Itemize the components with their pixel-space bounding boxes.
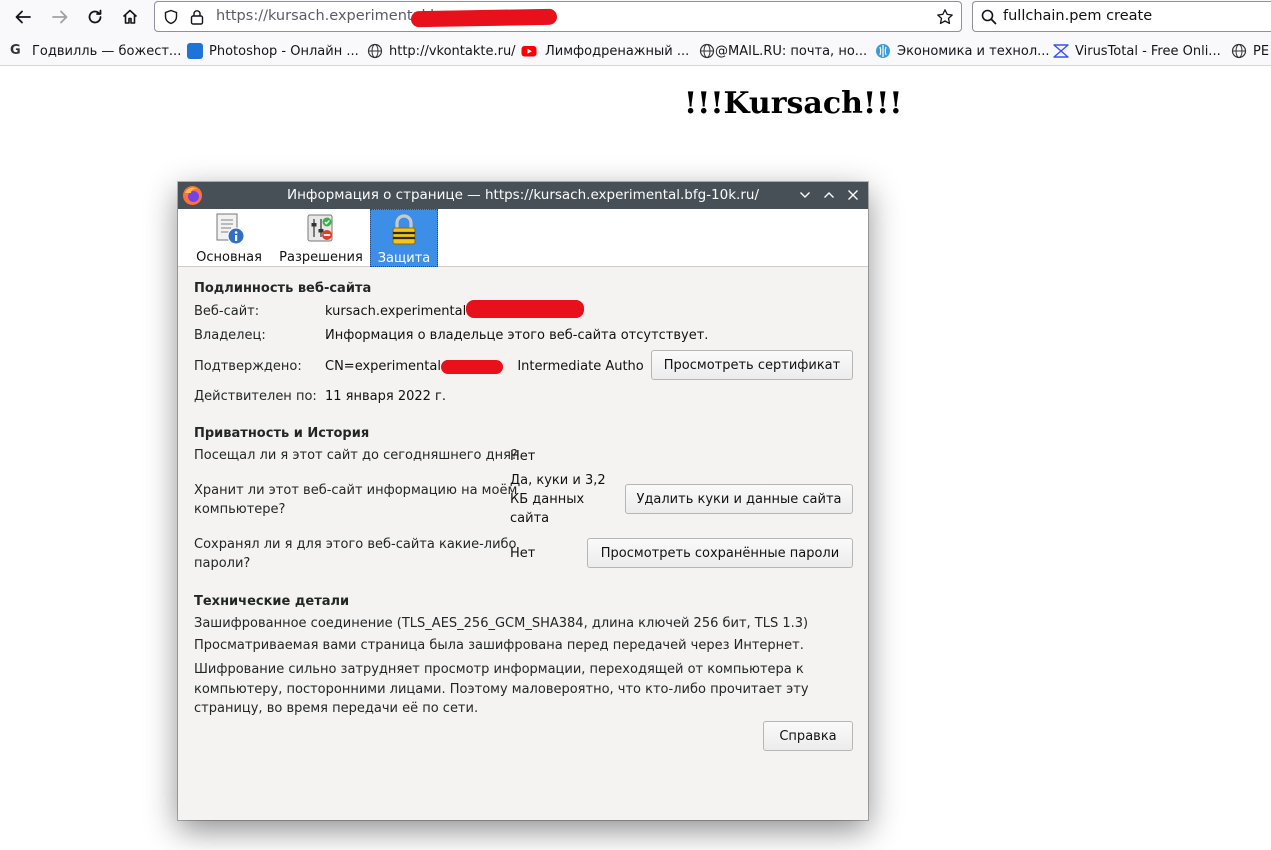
redaction-mark bbox=[410, 8, 558, 28]
clear-cookies-button[interactable]: Удалить куки и данные сайта bbox=[625, 484, 853, 514]
bookmark-star-icon[interactable] bbox=[936, 8, 954, 26]
passwords-question-line1: Сохранял ли я для этого веб-сайта какие-… bbox=[194, 537, 517, 552]
permissions-icon bbox=[307, 214, 333, 242]
forward-button[interactable] bbox=[47, 5, 73, 29]
globe-icon bbox=[699, 43, 715, 59]
verified-value-start: CN=experimental.b bbox=[325, 359, 454, 374]
bookmark-item[interactable]: @MAIL.RU: почта, но... bbox=[699, 41, 867, 61]
redaction-mark bbox=[466, 300, 584, 318]
chevron-up-icon bbox=[824, 192, 834, 198]
globe-icon bbox=[1231, 43, 1247, 59]
storage-answer-line2: КБ данных bbox=[510, 492, 585, 507]
website-value: kursach.experimental. bbox=[325, 304, 471, 319]
maximize-button[interactable] bbox=[820, 186, 838, 204]
virustotal-icon bbox=[1053, 44, 1069, 58]
tab-security[interactable]: Защита bbox=[370, 209, 438, 267]
forward-arrow-icon bbox=[52, 10, 68, 24]
back-button[interactable] bbox=[10, 5, 36, 29]
bookmark-item[interactable]: VirusTotal - Free Onli... bbox=[1053, 41, 1221, 61]
bookmarks-toolbar: G Годвилль — божест... Photoshop - Онлай… bbox=[0, 35, 1271, 66]
home-icon bbox=[122, 9, 138, 24]
storage-question-line2: компьютере? bbox=[194, 502, 286, 517]
padlock-icon bbox=[392, 214, 416, 245]
bookmark-label: PE bbox=[1253, 43, 1270, 59]
close-icon bbox=[848, 190, 858, 200]
tab-label: Защита bbox=[377, 251, 431, 266]
page-heading: !!!Kursach!!! bbox=[684, 86, 903, 121]
storage-answer-line1: Да, куки и 3,2 bbox=[510, 473, 606, 488]
shield-icon[interactable] bbox=[163, 9, 179, 25]
help-button[interactable]: Справка bbox=[763, 721, 853, 751]
owner-label: Владелец: bbox=[194, 328, 266, 343]
bookmark-item[interactable]: Экономика и технол... bbox=[875, 41, 1050, 61]
dialog-tabs: Основная Разрешения Защита bbox=[178, 209, 868, 267]
tab-permissions[interactable]: Разрешения bbox=[276, 209, 366, 267]
bookmark-label: Photoshop - Онлайн ... bbox=[209, 43, 359, 59]
reload-icon bbox=[88, 9, 102, 24]
valid-until-value: 11 января 2022 г. bbox=[325, 389, 447, 404]
passwords-answer: Нет bbox=[510, 546, 536, 561]
back-arrow-icon bbox=[15, 10, 31, 24]
view-certificate-button[interactable]: Просмотреть сертификат bbox=[651, 350, 853, 380]
bookmark-item[interactable]: G Годвилль — божест... bbox=[10, 41, 181, 61]
info-document-icon bbox=[216, 213, 245, 245]
youtube-icon bbox=[521, 46, 537, 57]
dialog-titlebar[interactable]: Информация о странице — https://kursach.… bbox=[178, 182, 868, 209]
bookmark-label: Экономика и технол... bbox=[897, 43, 1050, 59]
page-info-dialog: Информация о странице — https://kursach.… bbox=[178, 182, 868, 820]
storage-question-line1: Хранит ли этот веб-сайт информацию на мо… bbox=[194, 483, 518, 498]
identity-heading: Подлинность веб-сайта bbox=[194, 281, 372, 296]
lock-icon[interactable] bbox=[190, 9, 204, 25]
encryption-summary: Просматриваемая вами страница была зашиф… bbox=[194, 638, 804, 653]
bookmark-item[interactable]: PE bbox=[1231, 41, 1269, 61]
bookmark-label: Годвилль — божест... bbox=[32, 43, 182, 59]
search-query: fullchain.pem create bbox=[1003, 8, 1153, 24]
tab-label: Основная bbox=[196, 250, 262, 265]
passwords-question-line2: пароли? bbox=[194, 556, 251, 571]
site-icon bbox=[876, 44, 890, 58]
website-label: Веб-сайт: bbox=[194, 304, 260, 319]
photoshop-icon bbox=[187, 43, 203, 59]
bookmark-label: Лимфодренажный ... bbox=[545, 43, 690, 59]
tab-general[interactable]: Основная bbox=[192, 209, 266, 267]
bookmark-item[interactable]: Лимфодренажный ... bbox=[521, 41, 689, 61]
chevron-down-icon bbox=[800, 192, 810, 198]
bookmark-label: @MAIL.RU: почта, но... bbox=[715, 43, 868, 59]
close-button[interactable] bbox=[844, 186, 862, 204]
bookmark-label: VirusTotal - Free Onli... bbox=[1075, 43, 1221, 59]
home-button[interactable] bbox=[117, 5, 143, 29]
godville-icon: G bbox=[10, 43, 21, 58]
connection-details: Зашифрованное соединение (TLS_AES_256_GC… bbox=[194, 616, 809, 631]
search-bar[interactable]: fullchain.pem create bbox=[972, 1, 1271, 32]
verified-label: Подтверждено: bbox=[194, 359, 302, 374]
browser-toolbar: https://kursach.experimental.b fullchain… bbox=[0, 0, 1271, 35]
search-icon bbox=[981, 9, 997, 25]
bookmark-item[interactable]: Photoshop - Онлайн ... bbox=[187, 41, 359, 61]
url-text: https://kursach.experimental.b bbox=[216, 8, 439, 24]
reload-button[interactable] bbox=[82, 5, 108, 29]
encryption-explanation: Шифрование сильно затрудняет просмотр ин… bbox=[194, 662, 809, 716]
valid-until-label: Действителен по: bbox=[194, 389, 317, 404]
bookmark-label: http://vkontakte.ru/ bbox=[389, 43, 516, 59]
redaction-mark bbox=[441, 360, 503, 374]
minimize-button[interactable] bbox=[796, 186, 814, 204]
url-bar[interactable]: https://kursach.experimental.b bbox=[154, 1, 962, 32]
visited-question: Посещал ли я этот сайт до сегодняшнего д… bbox=[194, 448, 518, 463]
verified-value-end: Intermediate Authorit bbox=[517, 359, 643, 374]
globe-icon bbox=[367, 43, 383, 59]
visited-answer: Нет bbox=[510, 449, 536, 464]
owner-value: Информация о владельце этого веб-сайта о… bbox=[325, 328, 709, 343]
tab-label: Разрешения bbox=[279, 250, 363, 265]
dialog-title: Информация о странице — https://kursach.… bbox=[286, 187, 760, 203]
privacy-heading: Приватность и История bbox=[194, 426, 370, 441]
technical-heading: Технические детали bbox=[194, 594, 350, 609]
view-passwords-button[interactable]: Просмотреть сохранённые пароли bbox=[587, 538, 853, 568]
storage-answer-line3: сайта bbox=[510, 511, 550, 526]
bookmark-item[interactable]: http://vkontakte.ru/ bbox=[367, 41, 516, 61]
